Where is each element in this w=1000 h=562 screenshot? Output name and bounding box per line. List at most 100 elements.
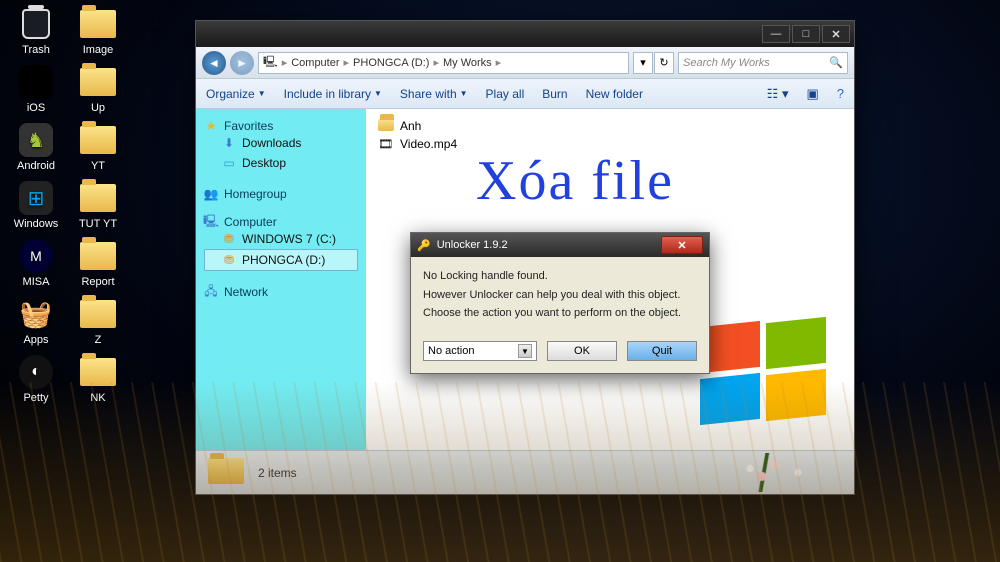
icon-label: MISA	[23, 276, 50, 288]
label: OK	[574, 345, 590, 357]
chevron-down-icon: ▼	[518, 344, 532, 358]
label: Include in library	[284, 87, 371, 101]
icon-label: Apps	[23, 334, 48, 346]
icon-label: iOS	[27, 102, 45, 114]
icon-label: NK	[90, 392, 105, 404]
sidebar-item-downloads[interactable]: ⬇Downloads	[204, 133, 358, 153]
dialog-text: No Locking handle found.	[423, 267, 697, 286]
label: Downloads	[242, 136, 301, 150]
sidebar-item-drive-d[interactable]: ⛃ PHONGCA (D:)	[204, 249, 358, 271]
desktop-icon-z[interactable]: Z	[70, 296, 126, 346]
computer-icon: 🖳	[263, 53, 278, 72]
drive-icon: ⛃	[222, 253, 236, 267]
dialog-close-button[interactable]: ✕	[661, 236, 703, 254]
view-options-button[interactable]: ☷ ▾	[767, 86, 789, 102]
star-icon: ★	[204, 119, 218, 133]
label: Quit	[652, 345, 672, 357]
sidebar: ★ Favorites ⬇Downloads ▭Desktop 👥Homegrou…	[196, 109, 366, 450]
ok-button[interactable]: OK	[547, 341, 617, 361]
key-icon: 🔑	[417, 239, 431, 252]
label: Favorites	[224, 119, 273, 133]
close-button[interactable]: ✕	[822, 25, 850, 43]
desktop-icon-apps[interactable]: 🧺Apps	[8, 296, 64, 346]
new-folder-button[interactable]: New folder	[586, 87, 643, 101]
play-all-button[interactable]: Play all	[486, 87, 525, 101]
nav-back-button[interactable]: ◄	[202, 51, 226, 75]
folder-icon	[80, 242, 116, 270]
computer-icon: 🖳	[204, 215, 218, 229]
help-button[interactable]: ?	[837, 86, 844, 101]
status-bar: 2 items	[196, 450, 854, 494]
search-input[interactable]: Search My Works 🔍	[678, 52, 848, 74]
nav-forward-button[interactable]: ►	[230, 51, 254, 75]
folder-icon	[378, 119, 394, 133]
breadcrumb[interactable]: 🖳 ▸ Computer ▸ PHONGCA (D:) ▸ My Works ▸	[258, 52, 629, 74]
desktop-icon-image[interactable]: Image	[70, 6, 126, 56]
minimize-button[interactable]: —	[762, 25, 790, 43]
label: WINDOWS 7 (C:)	[242, 232, 336, 246]
label: PHONGCA (D:)	[242, 253, 325, 267]
petty-icon: ◐	[19, 355, 53, 389]
label: Share with	[400, 87, 457, 101]
sidebar-item-drive-c[interactable]: ⛃WINDOWS 7 (C:)	[204, 229, 358, 249]
desktop-icons-col2: Image Up YT TUT YT Report Z NK	[70, 6, 126, 404]
apple-icon	[19, 65, 53, 99]
label: Homegroup	[224, 187, 287, 201]
sidebar-network: 🖧Network	[204, 285, 358, 299]
refresh-button[interactable]: ↻	[654, 52, 674, 74]
android-icon: ♞	[19, 123, 53, 157]
desktop-icon-petty[interactable]: ◐Petty	[8, 354, 64, 404]
desktop-icon-nk[interactable]: NK	[70, 354, 126, 404]
dialog-body: No Locking handle found. However Unlocke…	[411, 257, 709, 333]
network-icon: 🖧	[204, 285, 218, 299]
sidebar-item-desktop[interactable]: ▭Desktop	[204, 153, 358, 173]
action-combo[interactable]: No action ▼	[423, 341, 537, 361]
refresh-group: ▾ ↻	[633, 52, 674, 74]
desktop-icon-trash[interactable]: Trash	[8, 6, 64, 56]
burn-button[interactable]: Burn	[542, 87, 567, 101]
organize-menu[interactable]: Organize▼	[206, 87, 266, 101]
dialog-text: Choose the action you want to perform on…	[423, 304, 697, 323]
desktop-icon-up[interactable]: Up	[70, 64, 126, 114]
desktop-icon-report[interactable]: Report	[70, 238, 126, 288]
desktop: Trash iOS ♞Android ⊞Windows MMISA 🧺Apps …	[0, 0, 1000, 562]
video-file-icon: 🎞	[378, 137, 394, 151]
desktop-icon-tut-yt[interactable]: TUT YT	[70, 180, 126, 230]
quit-button[interactable]: Quit	[627, 341, 697, 361]
breadcrumb-item-folder[interactable]: My Works	[443, 57, 492, 69]
file-name: Anh	[400, 119, 421, 133]
desktop-icon-android[interactable]: ♞Android	[8, 122, 64, 172]
sidebar-homegroup-header[interactable]: 👥Homegroup	[204, 187, 358, 201]
folder-icon	[80, 358, 116, 386]
breadcrumb-item-computer[interactable]: Computer	[291, 57, 339, 69]
breadcrumb-dropdown-button[interactable]: ▾	[633, 52, 653, 74]
maximize-button[interactable]: □	[792, 25, 820, 43]
include-library-menu[interactable]: Include in library▼	[284, 87, 382, 101]
windows-logo-icon	[694, 320, 834, 430]
sidebar-favorites-header[interactable]: ★ Favorites	[204, 119, 358, 133]
desktop-icon-misa[interactable]: MMISA	[8, 238, 64, 288]
chevron-right-icon: ▸	[433, 56, 439, 69]
titlebar[interactable]: — □ ✕	[196, 21, 854, 47]
sidebar-network-header[interactable]: 🖧Network	[204, 285, 358, 299]
sidebar-computer-header[interactable]: 🖳 Computer	[204, 215, 358, 229]
icon-label: Z	[95, 334, 102, 346]
preview-pane-button[interactable]: ▣	[806, 86, 818, 102]
windows-icon: ⊞	[19, 181, 53, 215]
label: Play all	[486, 87, 525, 101]
chevron-right-icon: ▸	[496, 56, 502, 69]
desktop-icon-yt[interactable]: YT	[70, 122, 126, 172]
share-with-menu[interactable]: Share with▼	[400, 87, 468, 101]
label: Computer	[224, 215, 277, 229]
icon-label: Trash	[22, 44, 50, 56]
icon-label: TUT YT	[79, 218, 117, 230]
file-item-folder[interactable]: Anh	[378, 117, 842, 135]
folder-icon	[80, 126, 116, 154]
trash-icon	[22, 9, 50, 39]
breadcrumb-item-drive[interactable]: PHONGCA (D:)	[353, 57, 429, 69]
dialog-titlebar[interactable]: 🔑 Unlocker 1.9.2 ✕	[411, 233, 709, 257]
desktop-icon-windows[interactable]: ⊞Windows	[8, 180, 64, 230]
desktop-icon-ios[interactable]: iOS	[8, 64, 64, 114]
desktop-icon: ▭	[222, 156, 236, 170]
file-item-video[interactable]: 🎞 Video.mp4	[378, 135, 842, 153]
